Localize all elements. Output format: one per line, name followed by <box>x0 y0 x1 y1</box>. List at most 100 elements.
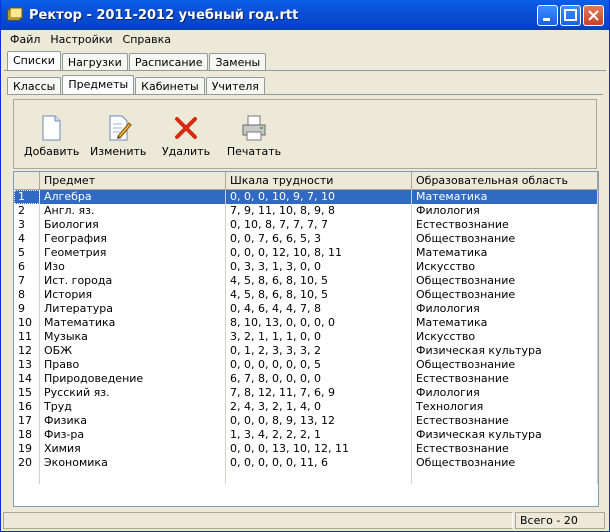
cell-difficulty: 0, 0, 0, 0, 0, 0, 5 <box>226 358 412 372</box>
tab-teachers[interactable]: Учителя <box>205 77 265 94</box>
cell-area: Технология <box>412 400 598 414</box>
cell-difficulty: 0, 10, 8, 7, 7, 7, 7 <box>226 218 412 232</box>
cell-index: 15 <box>14 386 40 400</box>
table-row[interactable]: 6 Изо 0, 3, 3, 1, 3, 0, 0 Искусство <box>14 260 598 274</box>
cell-index: 20 <box>14 456 40 470</box>
cell-difficulty: 0, 0, 0, 10, 9, 7, 10 <box>226 190 412 204</box>
table-row[interactable]: 7 Ист. города 4, 5, 8, 6, 8, 10, 5 Общество… <box>14 274 598 288</box>
header-difficulty[interactable]: Шкала трудности <box>226 172 412 189</box>
cell-subject: Алгебра <box>40 190 226 204</box>
cell-index: 4 <box>14 232 40 246</box>
subjects-table: Предмет Шкала трудности Образовательная … <box>13 171 599 507</box>
cell-index: 1 <box>14 190 40 204</box>
table-row[interactable] <box>14 470 598 484</box>
header-area[interactable]: Образовательная область <box>412 172 598 189</box>
menu-help[interactable]: Справка <box>118 33 176 46</box>
cell-subject <box>40 470 226 484</box>
cell-subject: Экономика <box>40 456 226 470</box>
delete-label: Удалить <box>161 145 211 158</box>
cell-index: 19 <box>14 442 40 456</box>
cell-difficulty: 0, 1, 2, 3, 3, 3, 2 <box>226 344 412 358</box>
cell-area: Естествознание <box>412 218 598 232</box>
table-row[interactable]: 1 Алгебра 0, 0, 0, 10, 9, 7, 10 Математика <box>14 190 598 204</box>
table-row[interactable]: 11 Музыка 3, 2, 1, 1, 1, 0, 0 Искусство <box>14 330 598 344</box>
table-row[interactable]: 19 Химия 0, 0, 0, 13, 10, 12, 11 Естествозн… <box>14 442 598 456</box>
table-header: Предмет Шкала трудности Образовательная … <box>14 172 598 190</box>
delete-button[interactable]: Удалить <box>160 114 212 158</box>
cell-difficulty: 8, 10, 13, 0, 0, 0, 0 <box>226 316 412 330</box>
menu-bar: Файл Настройки Справка <box>1 30 609 49</box>
edit-button[interactable]: Изменить <box>90 114 146 158</box>
table-row[interactable]: 4 География 0, 0, 7, 6, 6, 5, 3 Обществозна… <box>14 232 598 246</box>
cell-area: Обществознание <box>412 274 598 288</box>
cell-index: 12 <box>14 344 40 358</box>
cell-subject: Физ-ра <box>40 428 226 442</box>
table-row[interactable]: 15 Русский яз. 7, 8, 12, 11, 7, 6, 9 Филоло… <box>14 386 598 400</box>
delete-icon <box>172 114 200 142</box>
menu-settings[interactable]: Настройки <box>45 33 117 46</box>
cell-index: 16 <box>14 400 40 414</box>
cell-difficulty: 0, 0, 7, 6, 6, 5, 3 <box>226 232 412 246</box>
table-row[interactable]: 5 Геометрия 0, 0, 0, 12, 10, 8, 11 Математи… <box>14 246 598 260</box>
cell-area: Естествознание <box>412 372 598 386</box>
cell-index: 10 <box>14 316 40 330</box>
cell-index: 13 <box>14 358 40 372</box>
table-row[interactable]: 17 Физика 0, 0, 0, 8, 9, 13, 12 Естествозна… <box>14 414 598 428</box>
cell-index: 14 <box>14 372 40 386</box>
cell-subject: Труд <box>40 400 226 414</box>
table-row[interactable]: 16 Труд 2, 4, 3, 2, 1, 4, 0 Технология <box>14 400 598 414</box>
table-row[interactable]: 8 История 4, 5, 8, 6, 8, 10, 5 Обществознан… <box>14 288 598 302</box>
cell-difficulty: 2, 4, 3, 2, 1, 4, 0 <box>226 400 412 414</box>
status-bar: Всего - 20 <box>1 510 609 531</box>
cell-subject: Геометрия <box>40 246 226 260</box>
new-document-icon <box>36 114 64 142</box>
table-row[interactable]: 2 Англ. яз. 7, 9, 11, 10, 8, 9, 8 Филология <box>14 204 598 218</box>
tab-classes[interactable]: Классы <box>7 77 62 94</box>
cell-subject: Математика <box>40 316 226 330</box>
printer-icon <box>240 114 268 142</box>
cell-difficulty: 0, 0, 0, 8, 9, 13, 12 <box>226 414 412 428</box>
window-title: Ректор - 2011-2012 учебный год.rtt <box>29 7 299 23</box>
close-icon <box>588 10 599 21</box>
table-row[interactable]: 3 Биология 0, 10, 8, 7, 7, 7, 7 Естествозна… <box>14 218 598 232</box>
close-button[interactable] <box>583 5 604 26</box>
cell-index: 17 <box>14 414 40 428</box>
table-row[interactable]: 20 Экономика 0, 0, 0, 0, 0, 11, 6 Обществоз… <box>14 456 598 470</box>
tab-schedule[interactable]: Расписание <box>128 53 209 70</box>
cell-subject: Музыка <box>40 330 226 344</box>
print-button[interactable]: Печатать <box>226 114 282 158</box>
table-row[interactable]: 14 Природоведение 6, 7, 8, 0, 0, 0, 0 Естес… <box>14 372 598 386</box>
minimize-button[interactable] <box>537 5 558 26</box>
title-bar[interactable]: Ректор - 2011-2012 учебный год.rtt <box>1 0 609 30</box>
add-button[interactable]: Добавить <box>24 114 79 158</box>
table-row[interactable]: 10 Математика 8, 10, 13, 0, 0, 0, 0 Математ… <box>14 316 598 330</box>
cell-index: 2 <box>14 204 40 218</box>
table-row[interactable]: 9 Литература 0, 4, 6, 4, 4, 7, 8 Филология <box>14 302 598 316</box>
cell-area: Математика <box>412 190 598 204</box>
tab-subjects[interactable]: Предметы <box>62 75 135 94</box>
cell-index: 9 <box>14 302 40 316</box>
cell-area: Обществознание <box>412 358 598 372</box>
tab-rooms[interactable]: Кабинеты <box>135 77 205 94</box>
print-label: Печатать <box>226 145 282 158</box>
cell-subject: Химия <box>40 442 226 456</box>
menu-file[interactable]: Файл <box>5 33 45 46</box>
cell-difficulty: 0, 0, 0, 0, 0, 11, 6 <box>226 456 412 470</box>
cell-difficulty <box>226 470 412 484</box>
tab-divider <box>4 70 606 71</box>
maximize-button[interactable] <box>560 5 581 26</box>
app-window: Ректор - 2011-2012 учебный год.rtt Файл … <box>0 0 610 532</box>
cell-subject: Природоведение <box>40 372 226 386</box>
tab-replacements[interactable]: Замены <box>209 53 267 70</box>
tab-lists[interactable]: Списки <box>7 51 61 70</box>
table-row[interactable]: 18 Физ-ра 1, 3, 4, 2, 2, 2, 1 Физическая ку… <box>14 428 598 442</box>
header-index[interactable] <box>14 172 40 189</box>
table-row[interactable]: 13 Право 0, 0, 0, 0, 0, 0, 5 Обществознание <box>14 358 598 372</box>
cell-subject: Изо <box>40 260 226 274</box>
cell-subject: Физика <box>40 414 226 428</box>
header-subject[interactable]: Предмет <box>40 172 226 189</box>
cell-area: Математика <box>412 316 598 330</box>
tab-loads[interactable]: Нагрузки <box>61 53 128 70</box>
cell-subject: Литература <box>40 302 226 316</box>
table-row[interactable]: 12 ОБЖ 0, 1, 2, 3, 3, 3, 2 Физическая культ… <box>14 344 598 358</box>
